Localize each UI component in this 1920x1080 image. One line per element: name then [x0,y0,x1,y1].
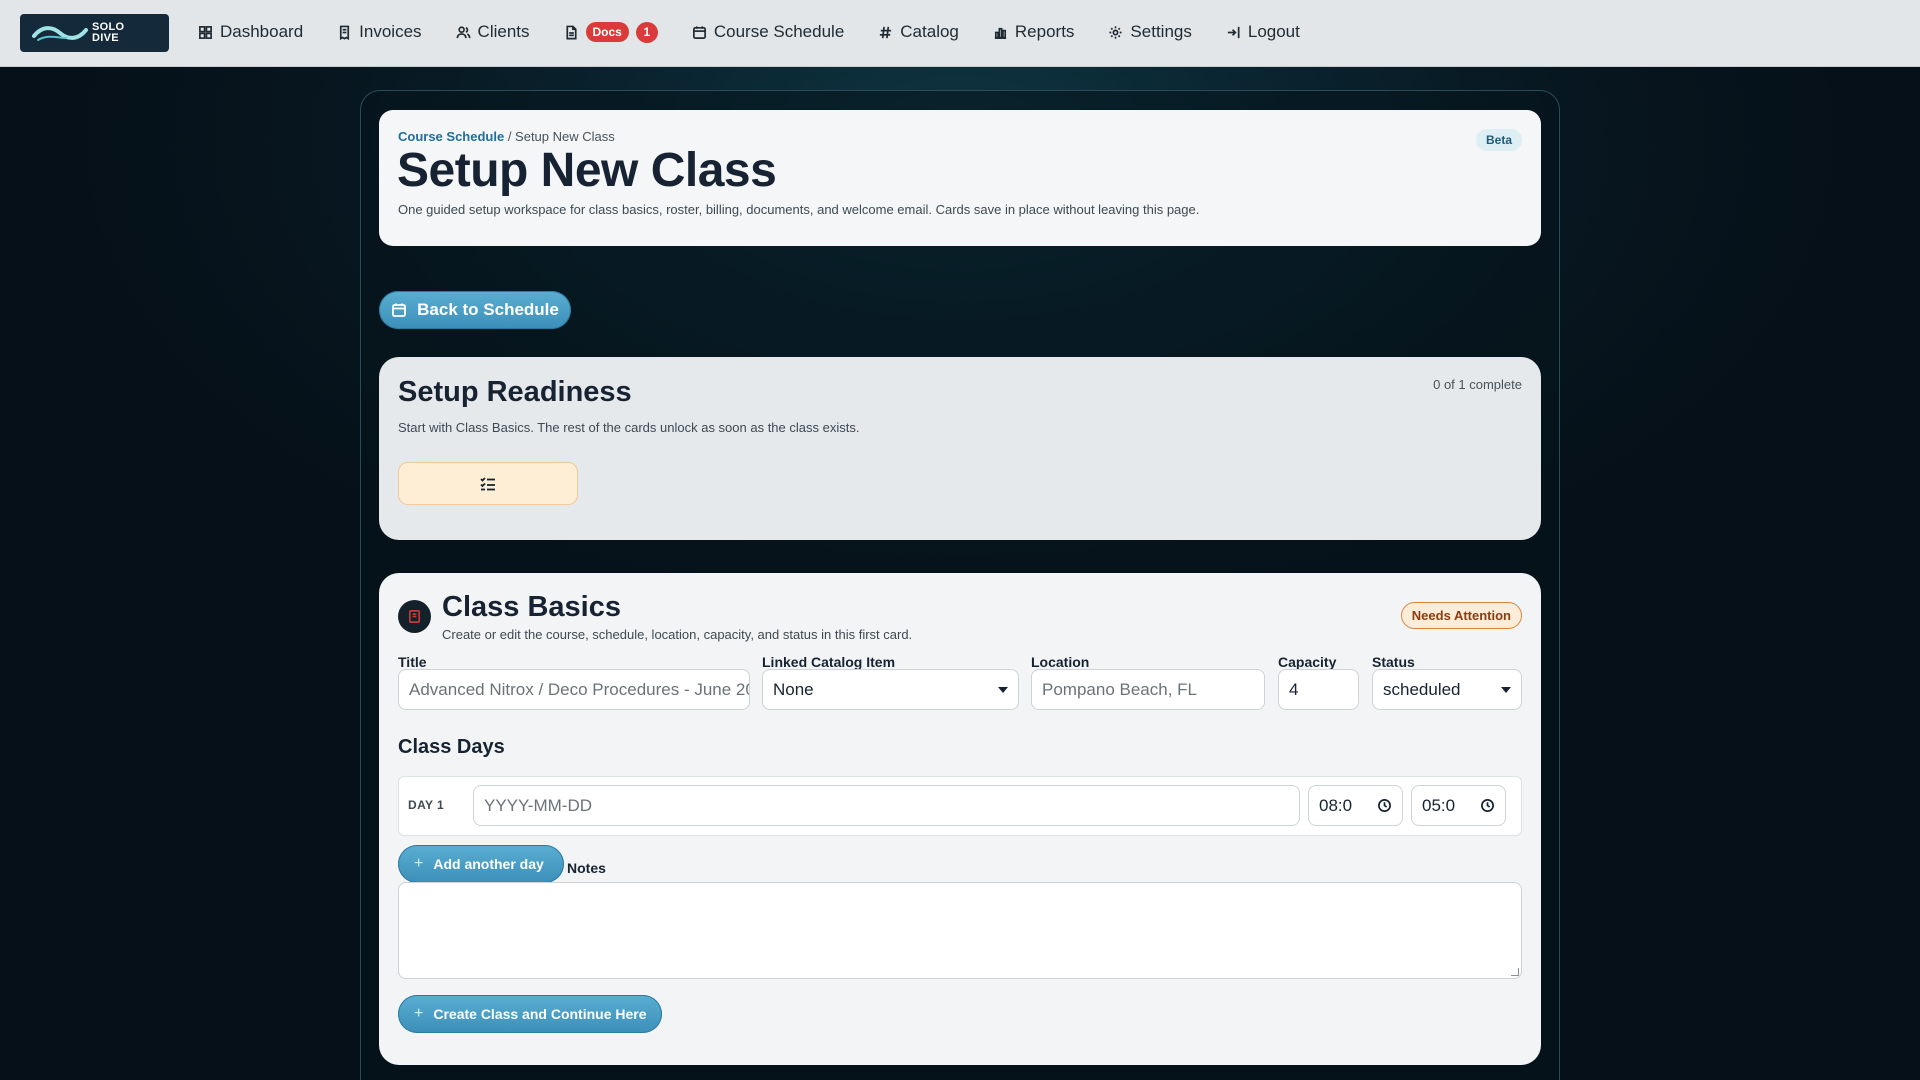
nav-dashboard[interactable]: Dashboard [198,22,303,42]
clock-icon [1378,799,1391,812]
calendar-icon [392,303,407,317]
readiness-step-chip[interactable] [398,462,578,505]
status-value: scheduled [1383,679,1461,699]
class-basics-card: Class Basics Create or edit the course, … [379,573,1541,1065]
nav-reports-label: Reports [1014,22,1075,41]
plus-icon: + [414,855,424,872]
brand-name: SOLO DIVE [92,22,124,44]
nav-settings-label: Settings [1130,22,1192,41]
day-start-time-input[interactable]: 08:0 [1308,785,1403,826]
brand-line-2: DIVE [92,32,119,44]
book-icon [408,610,421,623]
breadcrumb-current: / Setup New Class [504,129,615,144]
nav-course-schedule-label: Course Schedule [713,22,845,41]
brand-logo[interactable]: SOLO DIVE [20,14,169,52]
setup-readiness-card: Setup Readiness 0 of 1 complete Start wi… [379,357,1541,540]
class-days-title: Class Days [398,736,505,758]
capacity-field-label: Capacity [1278,654,1337,670]
checklist-icon [480,476,495,490]
catalog-field-label: Linked Catalog Item [762,654,896,670]
logout-icon [1227,26,1240,38]
day-label: DAY 1 [408,798,445,812]
add-another-day-label: Add another day [433,856,544,872]
nav-invoices[interactable]: Invoices [337,22,422,42]
class-basics-subtitle: Create or edit the course, schedule, loc… [442,627,913,642]
status-select[interactable]: scheduled [1372,669,1522,710]
end-time-value: 05:0 [1422,795,1456,815]
breadcrumb-course-schedule-link[interactable]: Course Schedule [398,129,504,144]
chevron-down-icon [998,686,1008,693]
bar-chart-icon [994,27,1007,39]
clock-icon [1481,799,1494,812]
notes-textarea[interactable] [398,882,1522,979]
class-day-row: DAY 1 YYYY-MM-DD 08:0 05:0 [398,776,1522,836]
grid-icon [199,25,212,39]
users-icon [456,25,470,38]
day-date-input[interactable]: YYYY-MM-DD [473,785,1300,826]
add-another-day-button[interactable]: + Add another day [398,845,564,883]
nav-reports[interactable]: Reports [993,22,1075,42]
needs-attention-badge: Needs Attention [1400,602,1522,629]
back-to-schedule-label: Back to Schedule [417,300,559,319]
beta-badge: Beta [1475,129,1522,151]
linked-catalog-value: None [773,679,814,699]
page-title: Setup New Class [397,144,777,197]
nav-logout-label: Logout [1247,22,1300,41]
status-field-label: Status [1372,654,1415,670]
calendar-icon [692,25,706,39]
nav-course-schedule[interactable]: Course Schedule [692,22,844,42]
nav-dashboard-label: Dashboard [220,22,304,41]
nav-clients[interactable]: Clients [456,22,530,42]
create-class-label: Create Class and Continue Here [433,1006,647,1022]
create-class-button[interactable]: + Create Class and Continue Here [398,995,662,1033]
nav-docs[interactable]: Docs 1 [564,21,658,43]
title-field-label: Title [398,654,427,670]
wave-logo-icon [32,26,88,41]
gear-icon [1109,25,1123,39]
notes-label: Notes [567,860,606,876]
top-navigation: SOLO DIVE Dashboard Invoices Clients Doc… [0,0,1920,67]
start-time-value: 08:0 [1319,795,1353,815]
location-input[interactable]: Pompano Beach, FL [1031,669,1265,710]
chevron-down-icon [1501,686,1511,693]
capacity-input[interactable]: 4 [1278,669,1359,710]
receipt-icon [340,25,350,40]
breadcrumb: Course Schedule / Setup New Class [398,129,615,144]
title-input[interactable]: Advanced Nitrox / Deco Procedures - June… [398,669,750,710]
back-to-schedule-button[interactable]: Back to Schedule [379,291,571,329]
nav-catalog-label: Catalog [900,22,959,41]
hash-icon [880,26,892,38]
day-end-time-input[interactable]: 05:0 [1411,785,1506,826]
plus-icon: + [414,1005,424,1022]
nav-docs-badge: Docs [585,22,629,42]
page-subtitle: One guided setup workspace for class bas… [398,202,1200,217]
nav-logout[interactable]: Logout [1226,22,1300,42]
linked-catalog-select[interactable]: None [762,669,1019,710]
readiness-progress-count: 0 of 1 complete [1433,377,1522,392]
location-field-label: Location [1031,654,1090,670]
docs-count-badge: 1 [635,21,658,43]
document-icon [565,25,577,39]
nav-invoices-label: Invoices [359,22,422,41]
class-basics-title: Class Basics [442,591,621,623]
nav-catalog[interactable]: Catalog [878,22,959,42]
readiness-title: Setup Readiness [398,376,632,408]
nav-settings[interactable]: Settings [1108,22,1192,42]
nav-clients-label: Clients [477,22,530,41]
class-basics-icon [398,600,431,633]
page-header-card: Course Schedule / Setup New Class Setup … [379,110,1541,246]
readiness-subtitle: Start with Class Basics. The rest of the… [398,420,860,435]
resize-handle-icon[interactable] [1511,968,1519,976]
